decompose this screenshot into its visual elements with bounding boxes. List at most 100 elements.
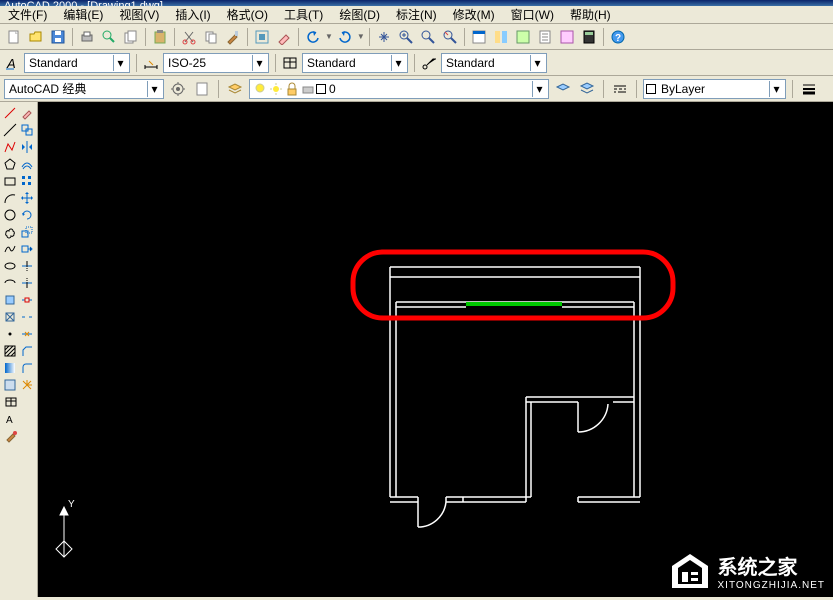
paint-icon[interactable] (2, 427, 19, 444)
redo-drop[interactable]: ▼ (357, 32, 365, 41)
layer-states-icon[interactable] (577, 79, 597, 99)
revcloud-icon[interactable] (2, 223, 19, 240)
xline-icon[interactable] (2, 121, 19, 138)
tool-palette-icon[interactable] (513, 27, 533, 47)
explode-icon[interactable] (19, 376, 36, 393)
mtext-icon[interactable]: A (2, 410, 19, 427)
menu-file[interactable]: 文件(F) (2, 5, 53, 24)
text-style-combo[interactable]: ▾ (24, 53, 130, 73)
workspace-save-icon[interactable] (192, 79, 212, 99)
stretch-icon[interactable] (19, 240, 36, 257)
menu-tools[interactable]: 工具(T) (278, 5, 329, 24)
table-icon[interactable] (2, 393, 19, 410)
table-style-value[interactable] (305, 55, 391, 71)
workspace-combo[interactable]: ▾ (4, 79, 164, 99)
print-icon[interactable] (77, 27, 97, 47)
menu-view[interactable]: 视图(V) (113, 5, 165, 24)
publish-icon[interactable] (121, 27, 141, 47)
chevron-down-icon[interactable]: ▾ (391, 55, 405, 71)
workspace-value[interactable] (7, 81, 147, 97)
pan-icon[interactable] (374, 27, 394, 47)
chevron-down-icon[interactable]: ▾ (769, 81, 783, 97)
drawing-canvas[interactable]: Y 系统之家 XITONGZHIJIA.NET (38, 102, 833, 597)
chevron-down-icon[interactable]: ▾ (113, 55, 127, 71)
workspace-settings-icon[interactable] (168, 79, 188, 99)
menu-help[interactable]: 帮助(H) (564, 5, 617, 24)
erase-icon[interactable] (19, 104, 36, 121)
break-point-icon[interactable] (19, 291, 36, 308)
rectangle-icon[interactable] (2, 172, 19, 189)
trim-icon[interactable] (19, 257, 36, 274)
arc-icon[interactable] (2, 189, 19, 206)
redo-icon[interactable] (335, 27, 355, 47)
sheet-set-icon[interactable] (535, 27, 555, 47)
table-style-combo[interactable]: ▾ (302, 53, 408, 73)
ellipse-arc-icon[interactable] (2, 274, 19, 291)
scale-icon[interactable] (19, 223, 36, 240)
chevron-down-icon[interactable]: ▾ (252, 55, 266, 71)
zoom-prev-icon[interactable] (440, 27, 460, 47)
open-icon[interactable] (26, 27, 46, 47)
text-style-icon[interactable]: A (4, 55, 20, 71)
chevron-down-icon[interactable]: ▾ (532, 81, 546, 97)
chevron-down-icon[interactable]: ▾ (530, 55, 544, 71)
multileader-style-icon[interactable] (421, 55, 437, 71)
design-center-icon[interactable] (491, 27, 511, 47)
layer-manager-icon[interactable] (225, 79, 245, 99)
join-icon[interactable] (19, 325, 36, 342)
dim-style-icon[interactable] (143, 55, 159, 71)
ellipse-icon[interactable] (2, 257, 19, 274)
extend-icon[interactable] (19, 274, 36, 291)
dim-style-combo[interactable]: ▾ (163, 53, 269, 73)
menu-insert[interactable]: 插入(I) (169, 5, 216, 24)
help-icon[interactable]: ? (608, 27, 628, 47)
match-icon[interactable] (223, 27, 243, 47)
new-icon[interactable] (4, 27, 24, 47)
layer-combo[interactable]: 0 ▾ (249, 79, 549, 99)
plot-preview-icon[interactable] (99, 27, 119, 47)
region-icon[interactable] (2, 376, 19, 393)
line-icon[interactable] (2, 104, 19, 121)
zoom-window-icon[interactable] (418, 27, 438, 47)
menu-window[interactable]: 窗口(W) (505, 5, 560, 24)
menu-draw[interactable]: 绘图(D) (333, 5, 386, 24)
make-block-icon[interactable] (2, 308, 19, 325)
eraser-icon[interactable] (274, 27, 294, 47)
linetype-value[interactable] (659, 81, 769, 97)
hatch-icon[interactable] (2, 342, 19, 359)
menu-format[interactable]: 格式(O) (221, 5, 274, 24)
chamfer-icon[interactable] (19, 342, 36, 359)
menu-edit[interactable]: 编辑(E) (57, 5, 109, 24)
gradient-icon[interactable] (2, 359, 19, 376)
ml-style-value[interactable] (444, 55, 530, 71)
polygon-icon[interactable] (2, 155, 19, 172)
save-icon[interactable] (48, 27, 68, 47)
layer-prev-icon[interactable] (553, 79, 573, 99)
circle-icon[interactable] (2, 206, 19, 223)
pline-icon[interactable] (2, 138, 19, 155)
rotate-icon[interactable] (19, 206, 36, 223)
chevron-down-icon[interactable]: ▾ (147, 81, 161, 97)
zoom-realtime-icon[interactable] (396, 27, 416, 47)
copy-tool-icon[interactable] (19, 121, 36, 138)
break-icon[interactable] (19, 308, 36, 325)
linetype-combo[interactable]: ▾ (643, 79, 786, 99)
offset-icon[interactable] (19, 155, 36, 172)
menu-dim[interactable]: 标注(N) (390, 5, 443, 24)
copy-icon[interactable] (201, 27, 221, 47)
lineweight-icon[interactable] (799, 79, 819, 99)
dim-style-value[interactable] (166, 55, 252, 71)
table-style-icon[interactable] (282, 55, 298, 71)
linetype-manager-icon[interactable] (610, 79, 630, 99)
cut-icon[interactable] (179, 27, 199, 47)
mirror-icon[interactable] (19, 138, 36, 155)
insert-block-icon[interactable] (2, 291, 19, 308)
block-editor-icon[interactable] (252, 27, 272, 47)
paste-icon[interactable] (150, 27, 170, 47)
text-style-value[interactable] (27, 55, 113, 71)
calculator-icon[interactable] (579, 27, 599, 47)
menu-modify[interactable]: 修改(M) (447, 5, 501, 24)
markup-icon[interactable] (557, 27, 577, 47)
spline-icon[interactable] (2, 240, 19, 257)
fillet-icon[interactable] (19, 359, 36, 376)
